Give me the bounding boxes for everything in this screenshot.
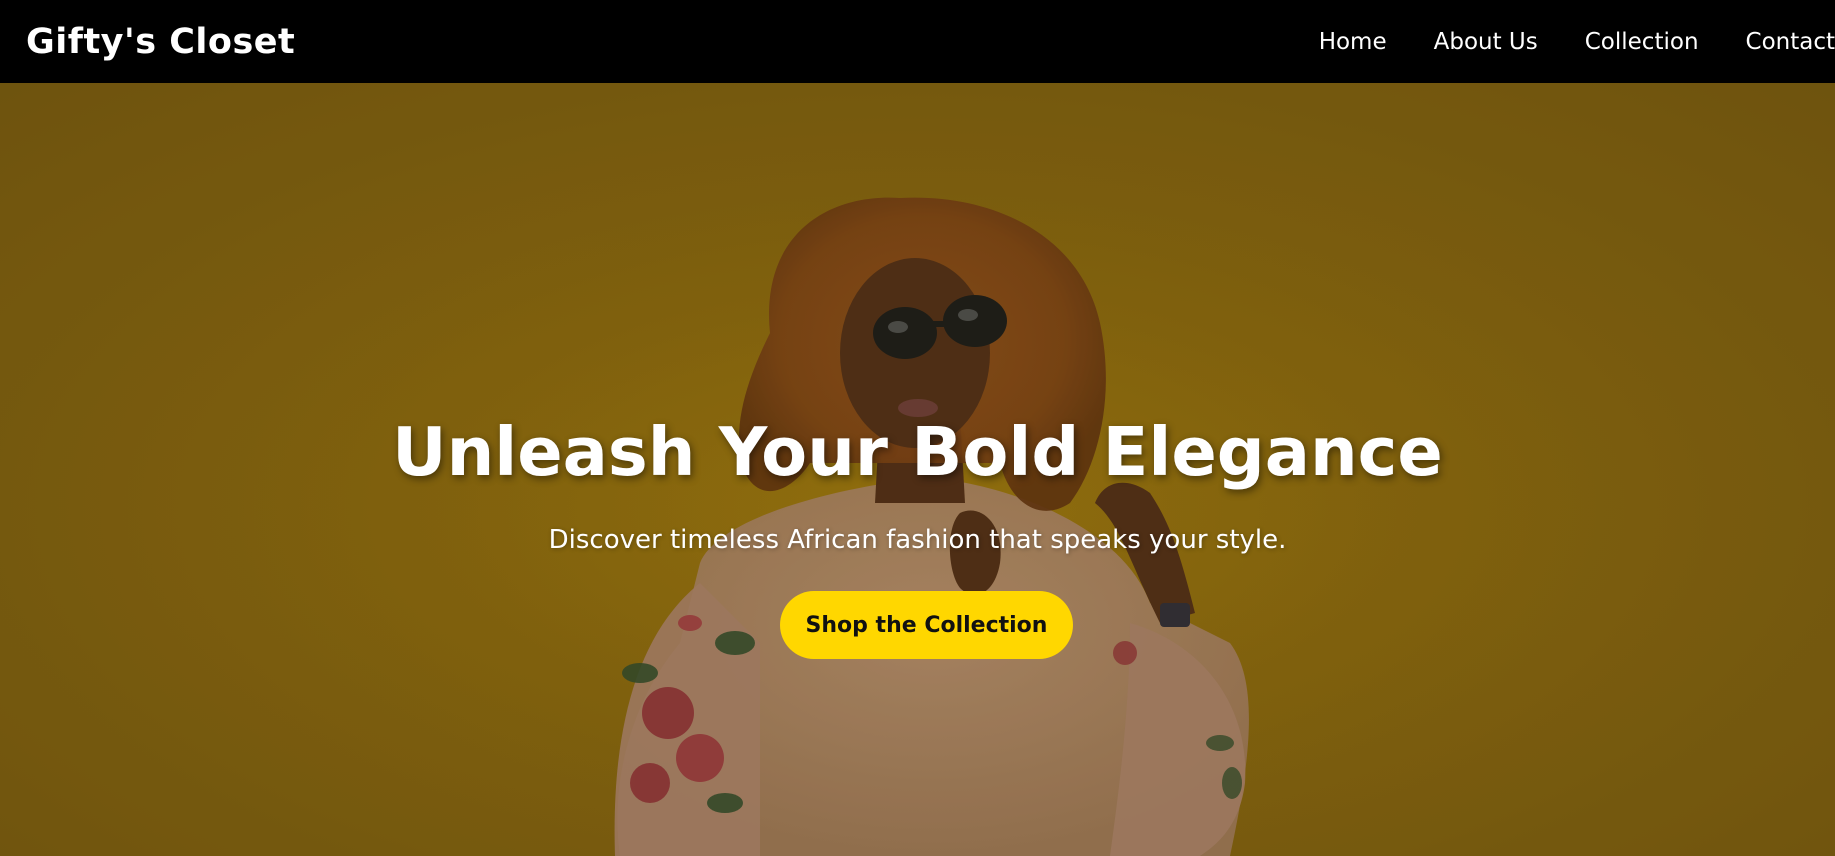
- hero-section: Unleash Your Bold Elegance Discover time…: [0, 83, 1835, 856]
- hero-title: Unleash Your Bold Elegance: [392, 413, 1443, 491]
- main-nav: Home About Us Collection Contact: [1272, 0, 1835, 83]
- hero-subtitle: Discover timeless African fashion that s…: [548, 525, 1287, 555]
- nav-link-contact[interactable]: Contact: [1746, 29, 1835, 55]
- top-navbar: Gifty's Closet Home About Us Collection …: [0, 0, 1835, 83]
- nav-link-about-us[interactable]: About Us: [1434, 29, 1538, 55]
- shop-collection-button[interactable]: Shop the Collection: [780, 591, 1073, 659]
- site-logo[interactable]: Gifty's Closet: [26, 22, 295, 62]
- nav-link-collection[interactable]: Collection: [1585, 29, 1699, 55]
- hero-content: Unleash Your Bold Elegance Discover time…: [0, 83, 1835, 856]
- nav-link-home[interactable]: Home: [1319, 29, 1387, 55]
